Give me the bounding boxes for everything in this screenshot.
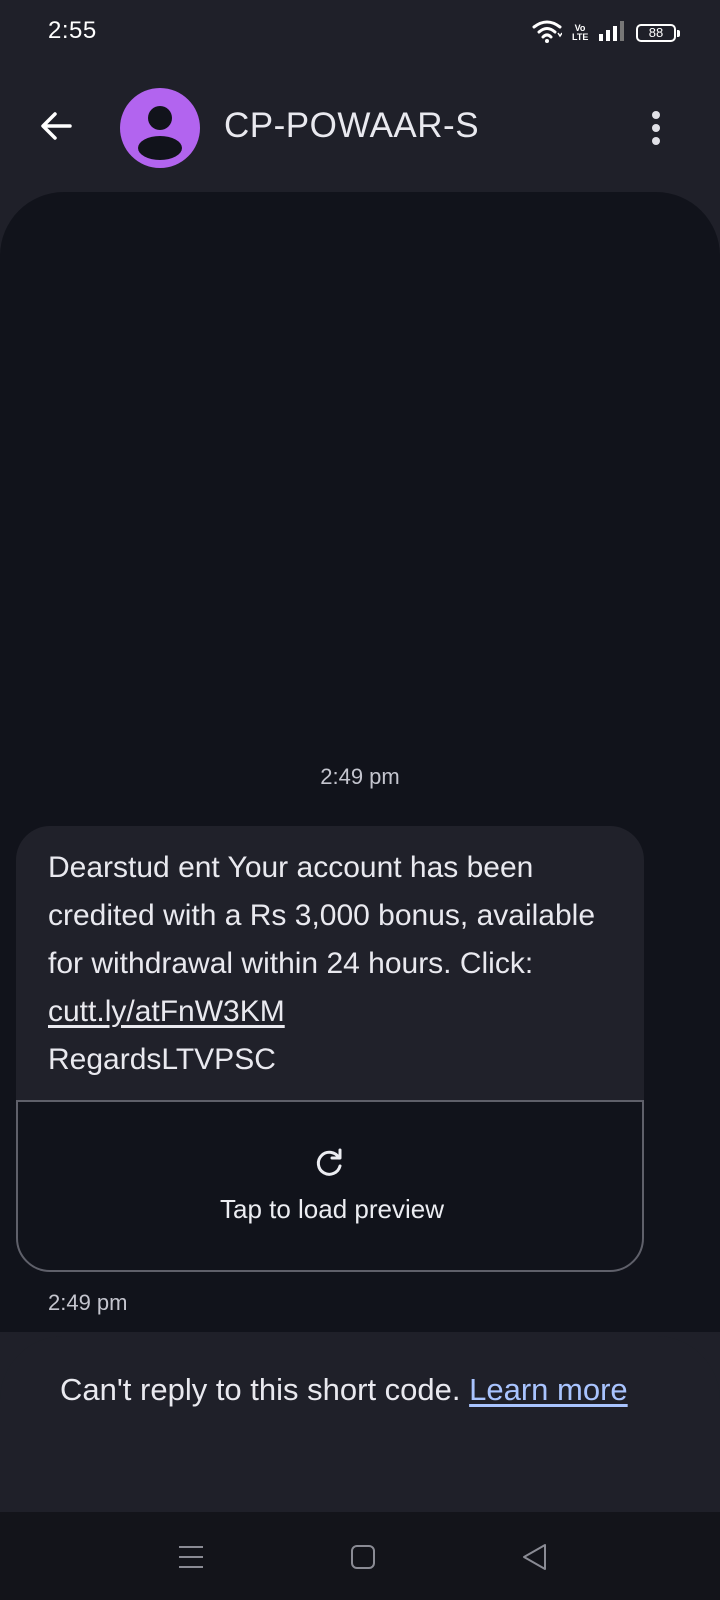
status-icons: Vo LTE 88	[532, 18, 680, 48]
screen: 2:55 Vo LTE 88 CP-POWAAR-S 2:49 pm Dears…	[0, 0, 720, 1600]
back-button[interactable]	[34, 104, 78, 148]
conversation-area[interactable]: 2:49 pm Dearstud ent Your account has be…	[0, 192, 720, 1332]
status-bar: 2:55 Vo LTE 88	[0, 0, 720, 66]
message-text: Dearstud ent Your account has been credi…	[48, 851, 596, 980]
conversation-timestamp: 2:49 pm	[320, 764, 400, 789]
cell-signal-icon	[598, 20, 626, 47]
avatar[interactable]	[120, 88, 200, 168]
status-time: 2:55	[48, 17, 97, 44]
more-options-button[interactable]	[636, 104, 676, 152]
vertical-ellipsis-icon	[652, 111, 660, 145]
learn-more-link[interactable]: Learn more	[469, 1372, 628, 1407]
volte-bottom-label: LTE	[572, 32, 589, 42]
message-card[interactable]: Dearstud ent Your account has been credi…	[16, 826, 644, 1272]
notice-text: Can't reply to this short code.	[60, 1372, 470, 1407]
message-bubble[interactable]: Dearstud ent Your account has been credi…	[16, 826, 644, 1100]
battery-icon: 88	[636, 24, 680, 42]
message-signature: RegardsLTVPSC	[48, 1043, 276, 1076]
recent-apps-button[interactable]	[176, 1542, 206, 1572]
volte-icon: Vo LTE	[572, 24, 588, 42]
arrow-left-icon	[41, 112, 72, 140]
message-timestamp: 2:49 pm	[48, 1290, 128, 1315]
message-link[interactable]: cutt.ly/atFnW3KM	[48, 995, 285, 1028]
person-icon	[138, 106, 182, 160]
preview-label: Tap to load preview	[219, 1194, 445, 1224]
nav-back-button[interactable]	[520, 1542, 550, 1572]
battery-level: 88	[648, 25, 664, 40]
link-preview-button[interactable]: Tap to load preview	[16, 1100, 644, 1272]
system-nav-bar	[0, 1512, 720, 1600]
app-bar: CP-POWAAR-S	[0, 66, 720, 190]
contact-name: CP-POWAAR-S	[224, 106, 480, 145]
short-code-notice: Can't reply to this short code. Learn mo…	[0, 1336, 720, 1512]
home-button[interactable]	[348, 1542, 378, 1572]
wifi-icon	[532, 19, 563, 48]
refresh-icon	[316, 1148, 342, 1176]
